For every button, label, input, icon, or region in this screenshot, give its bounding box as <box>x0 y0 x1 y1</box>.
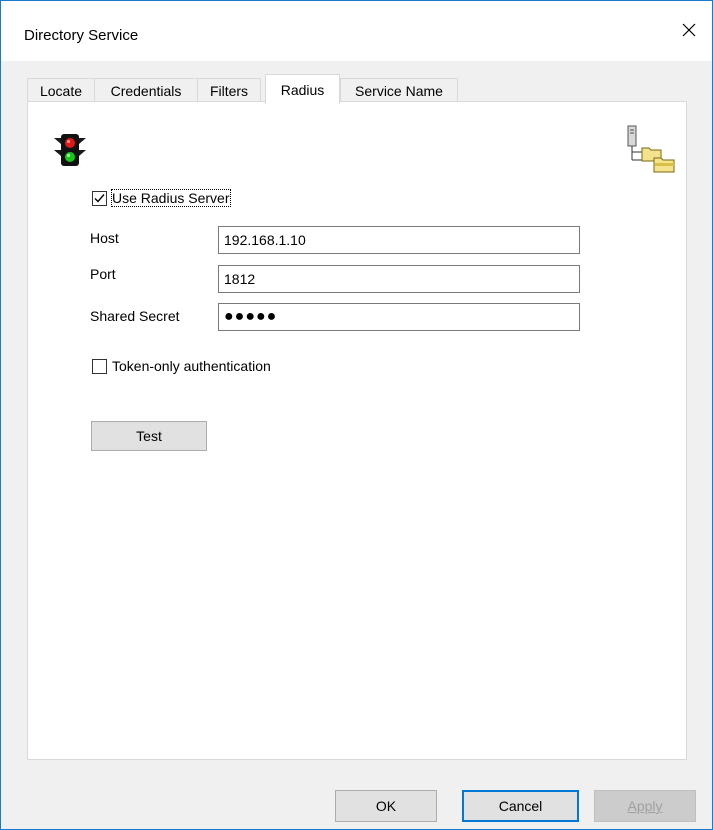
use-radius-label: Use Radius Server <box>111 189 231 207</box>
shared-secret-label: Shared Secret <box>90 308 180 324</box>
token-only-label: Token-only authentication <box>112 358 271 374</box>
window-title: Directory Service <box>24 27 139 44</box>
shared-secret-input[interactable]: ●●●●● <box>218 303 580 331</box>
checkbox-box[interactable] <box>92 358 107 374</box>
test-button[interactable]: Test <box>91 421 207 451</box>
dialog-window: Directory Service Locate Credentials Fil… <box>0 0 713 830</box>
tab-locate[interactable]: Locate <box>27 78 95 102</box>
title-bar: Directory Service <box>1 1 712 61</box>
apply-button[interactable]: Apply <box>594 790 696 822</box>
tab-service-name[interactable]: Service Name <box>340 78 458 102</box>
network-folders-icon <box>624 124 678 181</box>
tab-radius[interactable]: Radius <box>265 74 340 104</box>
close-button[interactable] <box>666 1 712 61</box>
radius-tab-panel: Use Radius Server Host 192.168.1.10 Port… <box>27 101 687 760</box>
host-input[interactable]: 192.168.1.10 <box>218 226 580 254</box>
tab-filters[interactable]: Filters <box>197 78 261 102</box>
check-icon <box>94 193 105 203</box>
apply-label: Apply <box>627 798 663 814</box>
host-label: Host <box>90 230 119 246</box>
cancel-button[interactable]: Cancel <box>462 790 579 822</box>
ok-button[interactable]: OK <box>335 790 437 822</box>
traffic-light-icon <box>52 132 88 171</box>
checkbox-box[interactable] <box>92 190 107 206</box>
tab-credentials[interactable]: Credentials <box>94 78 198 102</box>
port-label: Port <box>90 266 116 282</box>
token-only-checkbox[interactable]: Token-only authentication <box>92 358 271 374</box>
use-radius-checkbox[interactable]: Use Radius Server <box>92 189 231 207</box>
close-icon <box>681 22 697 41</box>
port-input[interactable]: 1812 <box>218 265 580 293</box>
